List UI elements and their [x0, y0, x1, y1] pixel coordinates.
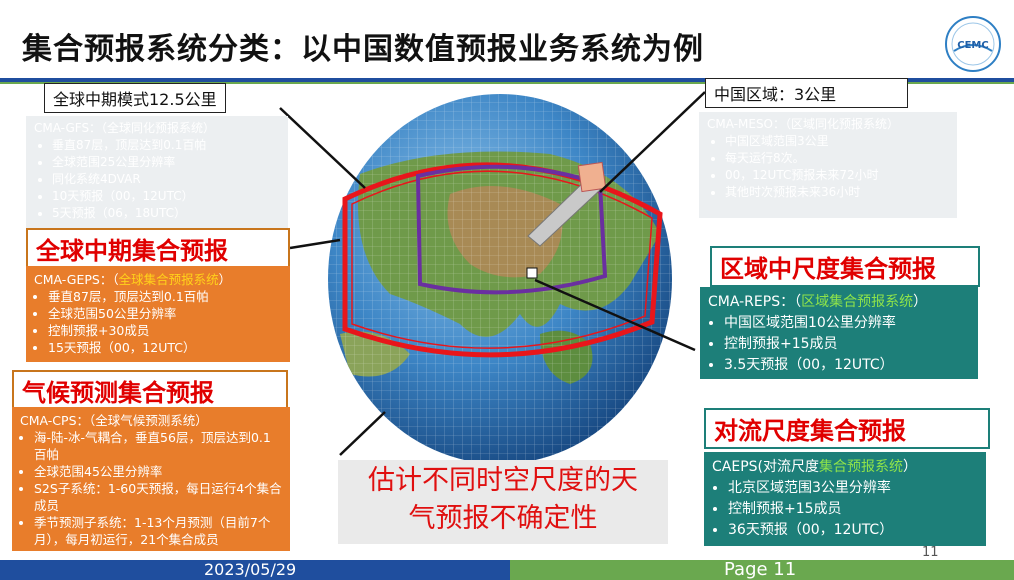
- caeps-item: 控制预报+15成员: [728, 499, 978, 520]
- ghost-gfs-panel: CMA-GFS：（全球同化预报系统） 垂直87层，顶层达到0.1百帕 全球范围2…: [26, 116, 288, 228]
- cps-panel: CMA-CPS：（全球气候预测系统） 海-陆-冰-气耦合，垂直56层，顶层达到0…: [12, 407, 290, 551]
- cps-title: 气候预测集合预报: [12, 370, 288, 411]
- geps-panel: CMA-GEPS：（全球集合预报系统） 垂直87层，顶层达到0.1百帕 全球范围…: [26, 266, 290, 362]
- reps-head-suffix: ）: [913, 294, 928, 310]
- ghost-gfs-item: 全球范围25公里分辨率: [52, 154, 280, 171]
- pointer-cps: [339, 411, 386, 456]
- geps-head: CMA-GEPS：（全球集合预报系统）: [34, 271, 282, 288]
- slide-number: 11: [922, 545, 939, 560]
- global-model-label: 全球中期模式12.5公里: [44, 83, 226, 113]
- reps-item: 中国区域范围10公里分辨率: [724, 313, 970, 334]
- uncertainty-caption: 估计不同时空尺度的天 气预报不确定性: [338, 460, 668, 544]
- cps-item: S2S子系统：1-60天预报，每日运行4个集合成员: [34, 480, 282, 514]
- reps-item: 3.5天预报（00，12UTC）: [724, 355, 970, 376]
- geps-title: 全球中期集合预报: [26, 228, 290, 269]
- ghost-meso-item: 每天运行8次。: [725, 150, 949, 167]
- caeps-item: 北京区域范围3公里分辨率: [728, 478, 978, 499]
- geps-head-suffix: ）: [218, 272, 232, 287]
- ghost-meso-item: 其他时次预报未来36小时: [725, 184, 949, 201]
- footer-page-bar: Page 11: [510, 560, 1014, 580]
- caeps-title: 对流尺度集合预报: [704, 408, 990, 449]
- geps-head-highlight: 全球集合预报系统: [118, 272, 219, 287]
- ghost-meso-item: 中国区域范围3公里: [725, 133, 949, 150]
- cps-item: 季节预测子系统：1-13个月预测（目前7个月），每月初运行，21个集合成员: [34, 514, 282, 548]
- ghost-gfs-item: 5天预报（06，18UTC）: [52, 205, 280, 222]
- ghost-gfs-item: 10天预报（00，12UTC）: [52, 188, 280, 205]
- footer-page: Page 11: [724, 559, 797, 580]
- caeps-head-suffix: ）: [903, 459, 917, 475]
- cps-head: CMA-CPS：（全球气候预测系统）: [20, 413, 208, 428]
- pointer-geps: [289, 238, 341, 250]
- ghost-meso-item: 00，12UTC预报未来72小时: [725, 167, 949, 184]
- ghost-meso-panel: CMA-MESO：（区域同化预报系统） 中国区域范围3公里 每天运行8次。 00…: [699, 112, 957, 218]
- reps-head-prefix: CMA-REPS：（: [708, 294, 802, 310]
- ghost-meso-head: CMA-MESO：（区域同化预报系统）: [707, 117, 900, 131]
- caption-line-1: 估计不同时空尺度的天: [368, 465, 638, 496]
- reps-item: 控制预报+15成员: [724, 334, 970, 355]
- pointer-china-region: [599, 91, 706, 193]
- geps-item: 控制预报+30成员: [48, 322, 282, 339]
- caeps-head-prefix: CAEPS(对流尺度: [712, 459, 819, 475]
- ghost-gfs-item: 同化系统4DVAR: [52, 171, 280, 188]
- ghost-gfs-head: CMA-GFS：（全球同化预报系统）: [34, 121, 216, 135]
- footer-date-bar: 2023/05/29: [0, 560, 510, 580]
- reps-head: CMA-REPS：（区域集合预报系统）: [708, 292, 970, 313]
- marker-reps: [526, 267, 538, 279]
- cps-item: 全球范围45公里分辨率: [34, 463, 282, 480]
- caeps-panel: CAEPS(对流尺度集合预报系统） 北京区域范围3公里分辨率 控制预报+15成员…: [704, 452, 986, 546]
- geps-item: 垂直87层，顶层达到0.1百帕: [48, 288, 282, 305]
- pointer-global-model: [279, 107, 366, 189]
- geps-head-prefix: CMA-GEPS：（: [34, 272, 119, 287]
- pointer-reps: [534, 278, 696, 352]
- geps-item: 15天预报（00，12UTC）: [48, 339, 282, 356]
- reps-panel: CMA-REPS：（区域集合预报系统） 中国区域范围10公里分辨率 控制预报+1…: [700, 287, 978, 379]
- cps-item: 海-陆-冰-气耦合，垂直56层，顶层达到0.1百帕: [34, 429, 282, 463]
- caeps-head-highlight: 集合预报系统: [819, 459, 903, 475]
- caeps-item: 36天预报（00，12UTC）: [728, 520, 978, 541]
- reps-title: 区域中尺度集合预报: [710, 246, 980, 287]
- geps-item: 全球范围50公里分辨率: [48, 305, 282, 322]
- caeps-head: CAEPS(对流尺度集合预报系统）: [712, 457, 978, 478]
- caption-line-2: 气预报不确定性: [408, 503, 598, 534]
- footer-date: 2023/05/29: [204, 560, 297, 579]
- ghost-gfs-item: 垂直87层，顶层达到0.1百帕: [52, 137, 280, 154]
- china-region-label: 中国区域：3公里: [705, 78, 908, 108]
- reps-head-highlight: 区域集合预报系统: [801, 294, 914, 310]
